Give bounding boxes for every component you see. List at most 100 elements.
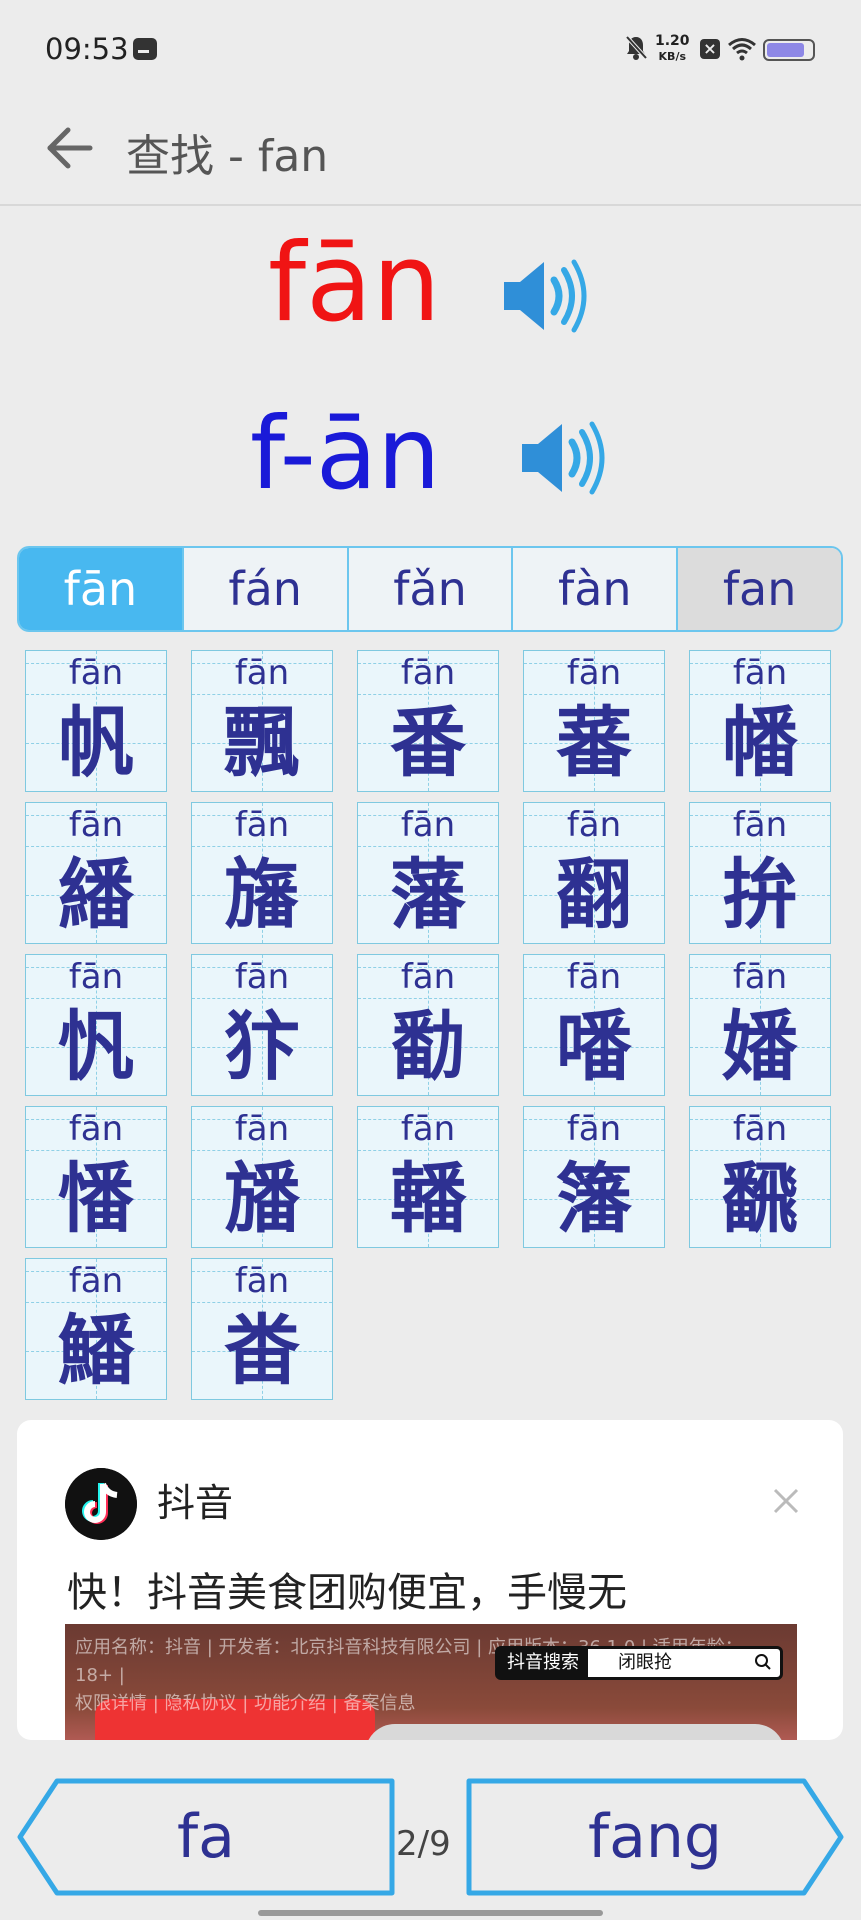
character-cell[interactable]: fān 籓 [523, 1106, 665, 1248]
character-cell[interactable]: fān 憣 [25, 1106, 167, 1248]
character-glyph: 忛 [58, 1002, 134, 1091]
page-indicator: 2/9 [396, 1824, 451, 1864]
character-glyph: 鱕 [58, 1306, 134, 1395]
character-pinyin: fān [732, 653, 788, 693]
close-icon[interactable] [769, 1484, 803, 1518]
character-glyph: 幡 [722, 698, 798, 787]
character-pinyin: fān [234, 805, 290, 845]
character-glyph: 拚 [722, 850, 798, 939]
speaker-split-icon[interactable] [518, 412, 610, 504]
character-pinyin: fān [234, 653, 290, 693]
character-cell[interactable]: fān 蕃 [523, 650, 665, 792]
character-cell[interactable]: fān 飜 [689, 1106, 831, 1248]
character-cell[interactable]: fān 幡 [689, 650, 831, 792]
character-pinyin: fān [400, 805, 456, 845]
character-glyph: 繙 [58, 850, 134, 939]
character-pinyin: fān [732, 805, 788, 845]
character-glyph: 藩 [390, 850, 466, 939]
character-pinyin: fān [68, 1261, 124, 1301]
character-cell[interactable]: fān 繙 [25, 802, 167, 944]
character-glyph: 犿 [224, 1002, 300, 1091]
character-cell[interactable]: fān 犿 [191, 954, 333, 1096]
character-glyph: 翻 [556, 850, 632, 939]
character-glyph: 飜 [722, 1154, 798, 1243]
status-bar: 09:53 1.20 KB/s × [0, 0, 861, 100]
tab-tone-neutral[interactable]: fan [678, 548, 841, 630]
character-glyph: 憣 [58, 1154, 134, 1243]
character-cell[interactable]: fān 轓 [357, 1106, 499, 1248]
character-glyph: 噃 [556, 1002, 632, 1091]
character-pinyin: fān [566, 653, 622, 693]
character-glyph: 籓 [556, 1154, 632, 1243]
bell-muted-icon [625, 35, 648, 60]
character-pinyin: fān [68, 805, 124, 845]
douyin-logo-icon [65, 1468, 137, 1540]
sim-off-icon: × [700, 39, 720, 59]
speed-value: 1.20 [655, 33, 690, 49]
search-icon [755, 1654, 771, 1670]
character-pinyin: fān [566, 1109, 622, 1149]
character-cell[interactable]: fān 翻 [523, 802, 665, 944]
character-pinyin: fān [732, 1109, 788, 1149]
character-pinyin: fān [234, 1261, 290, 1301]
message-notification-icon [133, 38, 157, 60]
prev-syllable-button[interactable]: fa [17, 1778, 395, 1896]
character-cell[interactable]: fān 嬏 [689, 954, 831, 1096]
character-pinyin: fān [566, 805, 622, 845]
character-glyph: 嬏 [722, 1002, 798, 1091]
ad-media[interactable]: 应用名称：抖音 | 开发者：北京抖音科技有限公司 | 应用版本：36.1.0 |… [65, 1624, 797, 1740]
tab-tone-3[interactable]: fǎn [349, 548, 514, 630]
prev-syllable-label: fa [177, 1802, 235, 1872]
character-cell[interactable]: fān 畨 [191, 1258, 333, 1400]
character-glyph: 蕃 [556, 698, 632, 787]
character-pinyin: fān [234, 1109, 290, 1149]
character-cell[interactable]: fān 忛 [25, 954, 167, 1096]
character-cell[interactable]: fān 勫 [357, 954, 499, 1096]
character-pinyin: fān [400, 1109, 456, 1149]
back-arrow-icon[interactable] [44, 126, 94, 170]
character-cell[interactable]: fān 噃 [523, 954, 665, 1096]
character-glyph: 旙 [224, 1154, 300, 1243]
ad-search-label: 抖音搜索 [498, 1649, 588, 1677]
ad-search-text: 闭眼抢 [618, 1652, 672, 1673]
character-cell[interactable]: fān 番 [357, 650, 499, 792]
app-header: 查找 - fan [0, 100, 861, 206]
character-cell[interactable]: fān 拚 [689, 802, 831, 944]
pinyin-main: fān [268, 221, 441, 346]
ad-card[interactable]: 抖音 快！抖音美食团购便宜，手慢无 应用名称：抖音 | 开发者：北京抖音科技有限… [17, 1420, 843, 1740]
home-indicator[interactable] [258, 1910, 603, 1916]
character-glyph: 勫 [390, 1002, 466, 1091]
character-glyph: 飄 [224, 698, 300, 787]
next-syllable-label: fang [587, 1802, 722, 1872]
character-glyph: 番 [390, 698, 466, 787]
character-glyph: 帆 [58, 698, 134, 787]
character-glyph: 畨 [224, 1306, 300, 1395]
character-cell[interactable]: fān 藩 [357, 802, 499, 944]
character-cell[interactable]: fān 帆 [25, 650, 167, 792]
character-cell[interactable]: fān 飄 [191, 650, 333, 792]
battery-icon [763, 39, 815, 61]
network-speed: 1.20 KB/s [655, 34, 690, 64]
tab-tone-4[interactable]: fàn [513, 548, 679, 630]
character-cell[interactable]: fān 鱕 [25, 1258, 167, 1400]
pinyin-split: f-ān [250, 395, 441, 512]
ad-app-name: 抖音 [157, 1481, 234, 1525]
ad-search-box: 抖音搜索 闭眼抢 [495, 1646, 783, 1680]
status-time: 09:53 [45, 32, 129, 66]
battery-level [767, 43, 804, 57]
character-cell[interactable]: fān 旛 [191, 802, 333, 944]
character-glyph: 旛 [224, 850, 300, 939]
character-pinyin: fān [68, 1109, 124, 1149]
character-pinyin: fān [234, 957, 290, 997]
wifi-icon [728, 38, 756, 61]
speaker-icon[interactable] [500, 250, 592, 342]
character-cell[interactable]: fān 旙 [191, 1106, 333, 1248]
character-pinyin: fān [68, 957, 124, 997]
character-pinyin: fān [566, 957, 622, 997]
tab-tone-1[interactable]: fān [19, 548, 184, 630]
next-syllable-button[interactable]: fang [466, 1778, 844, 1896]
food-dish-image [365, 1724, 785, 1740]
character-glyph: 轓 [390, 1154, 466, 1243]
tab-tone-2[interactable]: fán [184, 548, 349, 630]
bottom-nav: fa 2/9 fang [0, 1748, 861, 1920]
